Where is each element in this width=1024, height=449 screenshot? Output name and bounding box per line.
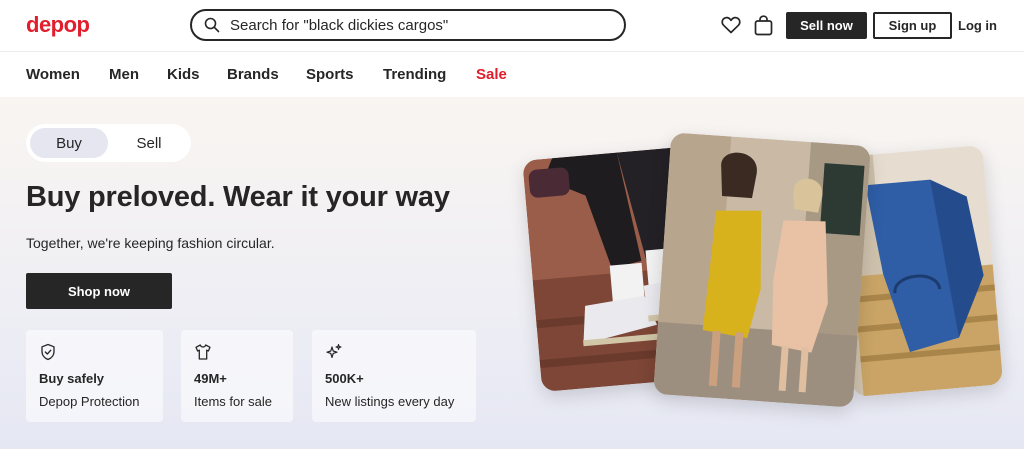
search-bar[interactable] (190, 9, 626, 41)
toggle-buy[interactable]: Buy (30, 128, 108, 158)
buy-sell-toggle: Buy Sell (26, 124, 191, 162)
nav-item-brands[interactable]: Brands (227, 66, 279, 83)
nav-item-sports[interactable]: Sports (306, 66, 354, 83)
card-title: 49M+ (194, 371, 227, 386)
hero-title: Buy preloved. Wear it your way (26, 181, 450, 213)
top-bar: depop Sell now Sign up Log in (0, 0, 1024, 52)
card-desc: New listings every day (325, 394, 455, 409)
nav-item-trending[interactable]: Trending (383, 66, 446, 83)
feature-card-items: 49M+ Items for sale (181, 330, 293, 422)
card-title: Buy safely (39, 371, 105, 386)
nav-item-sale[interactable]: Sale (476, 66, 507, 83)
bag-icon[interactable] (752, 14, 774, 36)
depop-logo[interactable]: depop (26, 12, 90, 38)
card-title: 500K+ (325, 371, 364, 386)
nav-item-women[interactable]: Women (26, 66, 80, 83)
search-icon (204, 17, 220, 33)
sparkle-icon (326, 343, 342, 358)
sign-up-button[interactable]: Sign up (873, 12, 952, 39)
hero-subtitle: Together, we're keeping fashion circular… (26, 235, 275, 251)
card-desc: Depop Protection (39, 394, 140, 409)
toggle-sell[interactable]: Sell (114, 128, 184, 158)
tshirt-icon (195, 344, 211, 360)
hero-image-women (653, 132, 871, 408)
category-nav: Women Men Kids Brands Sports Trending Sa… (0, 52, 1024, 97)
shop-now-button[interactable]: Shop now (26, 273, 172, 309)
hero-section: Buy Sell Buy preloved. Wear it your way … (0, 97, 1024, 449)
search-input[interactable] (230, 16, 610, 34)
card-desc: Items for sale (194, 394, 273, 409)
feature-card-buy-safely: Buy safely Depop Protection (26, 330, 163, 422)
nav-item-kids[interactable]: Kids (167, 66, 200, 83)
nav-item-men[interactable]: Men (109, 66, 139, 83)
sell-now-button[interactable]: Sell now (786, 12, 867, 39)
heart-icon[interactable] (720, 14, 742, 36)
feature-card-listings: 500K+ New listings every day (312, 330, 476, 422)
log-in-link[interactable]: Log in (958, 12, 997, 39)
shield-icon (41, 343, 55, 361)
